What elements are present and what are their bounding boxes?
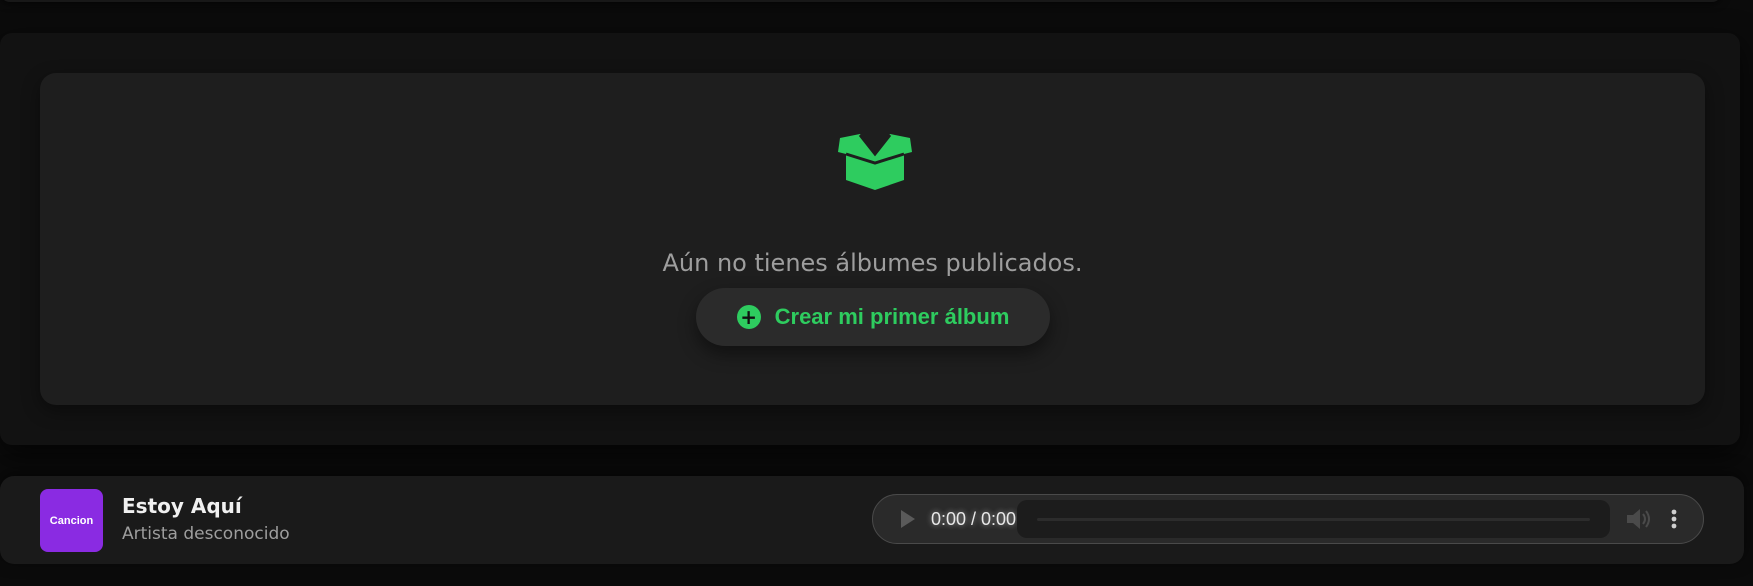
empty-albums-card: Aún no tienes álbumes publicados. + Crea…	[40, 73, 1705, 405]
more-options-icon[interactable]	[1669, 507, 1679, 531]
create-first-album-label: Crear mi primer álbum	[774, 304, 1010, 329]
albums-section: Aún no tienes álbumes publicados. + Crea…	[0, 33, 1740, 445]
play-icon[interactable]	[901, 510, 915, 528]
volume-icon[interactable]	[1625, 507, 1651, 531]
track-cover[interactable]: Cancion	[40, 489, 103, 552]
music-player-bar: Cancion Estoy Aquí Artista desconocido 0…	[0, 476, 1744, 564]
previous-section-edge	[0, 0, 1722, 2]
track-artist: Artista desconocido	[122, 524, 290, 544]
open-box-icon	[838, 134, 912, 190]
track-title: Estoy Aquí	[122, 494, 242, 518]
empty-albums-message: Aún no tienes álbumes publicados.	[662, 249, 1083, 277]
create-first-album-button[interactable]: + Crear mi primer álbum	[696, 288, 1050, 346]
seek-track	[1037, 518, 1590, 521]
time-display: 0:00 / 0:00	[931, 509, 1017, 529]
plus-circle-icon: +	[736, 305, 761, 329]
audio-controls: 0:00 / 0:00	[872, 494, 1704, 544]
seek-bar[interactable]	[1017, 500, 1610, 538]
